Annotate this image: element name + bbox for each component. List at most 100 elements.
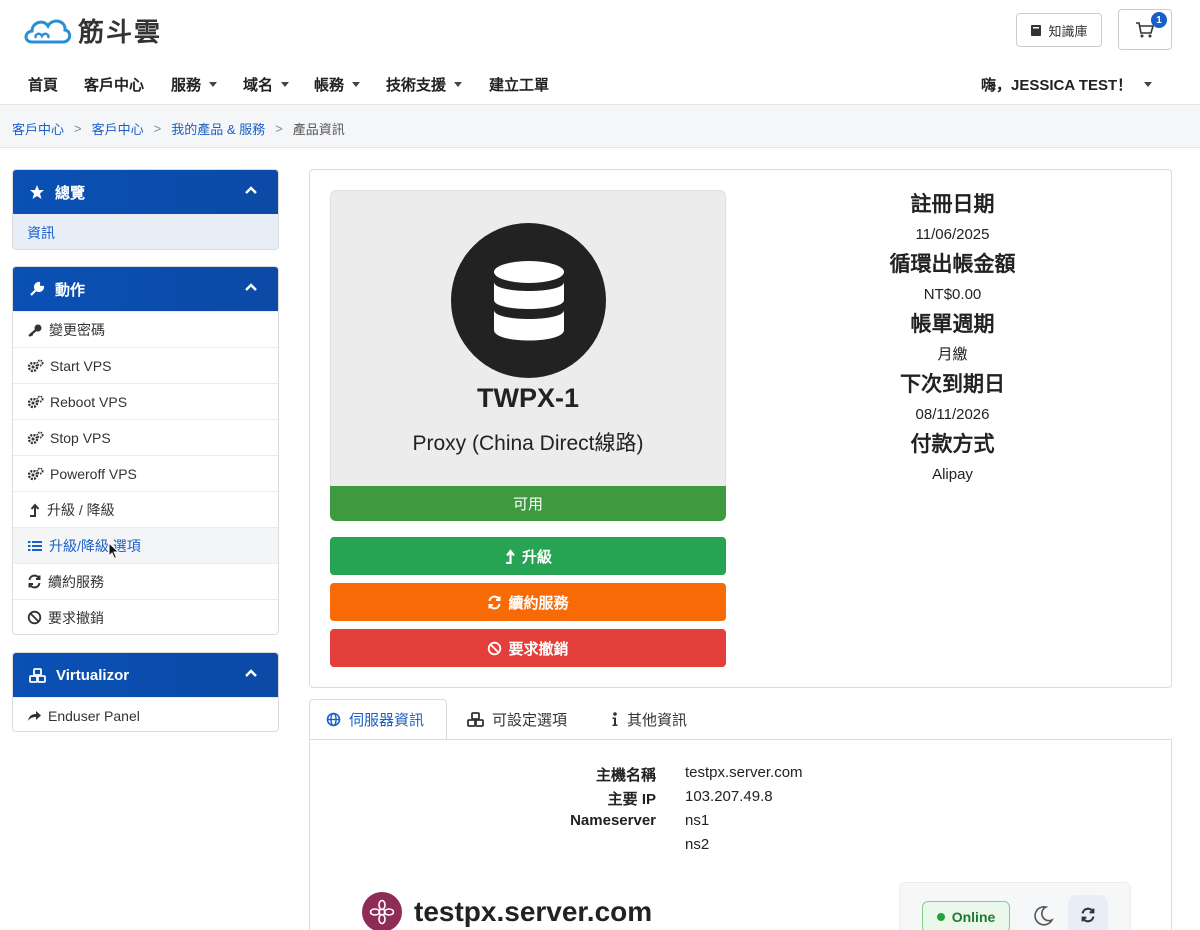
knowledge-base-button[interactable]: 知識庫	[1016, 13, 1102, 47]
upgrade-button[interactable]: 升級	[330, 537, 726, 575]
request-cancellation-button[interactable]: 要求撤銷	[330, 629, 726, 667]
refresh-button[interactable]	[1068, 895, 1108, 930]
nameserver-1-value: ns1	[685, 812, 710, 829]
status-badge: 可用	[330, 486, 726, 521]
virtualizor-panel-title: Virtualizor	[56, 666, 130, 684]
brand-name: 筋斗雲	[78, 18, 163, 48]
level-up-icon	[30, 502, 40, 517]
sidebar-item-upgrade-options[interactable]: 升級/降級 選項	[13, 527, 278, 563]
payment-method-value: Alipay	[932, 466, 973, 483]
overview-panel-title: 總覽	[55, 184, 86, 202]
star-icon	[29, 184, 45, 200]
chevron-up-icon[interactable]	[244, 185, 258, 195]
sidebar-item-reboot-vps[interactable]: Reboot VPS	[13, 383, 278, 419]
breadcrumb-current: 產品資訊	[292, 122, 345, 137]
sidebar-actions-panel: 動作 變更密碼 Start VPS Reboot VPS Stop VPS Po…	[12, 266, 279, 635]
cubes-icon	[467, 712, 484, 727]
virtualizor-panel-header[interactable]: Virtualizor	[13, 653, 278, 697]
sidebar-item-label: Start VPS	[50, 357, 112, 374]
refresh-icon	[488, 595, 501, 609]
sidebar-item-label: 資訊	[27, 224, 55, 241]
sidebar-item-enduser-panel[interactable]: Enduser Panel	[13, 697, 278, 731]
overview-panel-header[interactable]: 總覽	[13, 170, 278, 214]
tab-other-info[interactable]: 其他資訊	[595, 699, 703, 740]
nav-user-menu[interactable]: 嗨，JESSICA TEST！	[981, 74, 1153, 95]
caret-down-icon	[209, 82, 218, 87]
hostname-label: 主機名稱	[595, 767, 656, 784]
online-status-badge: Online	[922, 901, 1010, 930]
sidebar-item-label: 升級 / 降級	[47, 501, 115, 518]
renew-button[interactable]: 續約服務	[330, 583, 726, 621]
server-info-panel: 主機名稱 testpx.server.com 主要 IP 103.207.49.…	[309, 739, 1172, 930]
status-text: 可用	[512, 496, 543, 513]
sidebar-item-request-cancellation[interactable]: 要求撤銷	[13, 599, 278, 634]
primary-ip-value-wrap: 103.207.49.8	[685, 788, 773, 805]
billing-info: 註冊日期 11/06/2025 循環出帳金額 NT$0.00 帳單週期 月繳 下…	[830, 188, 1075, 488]
nav-billing-label: 帳務	[314, 77, 345, 94]
gears-icon	[27, 359, 44, 372]
mouse-cursor-icon	[108, 542, 120, 560]
chevron-up-icon[interactable]	[244, 282, 258, 292]
nameserver-label: Nameserver	[570, 812, 656, 829]
sidebar-item-poweroff-vps[interactable]: Poweroff VPS	[13, 455, 278, 491]
nav-billing[interactable]: 帳務	[314, 74, 361, 95]
breadcrumb-link[interactable]: 我的產品 & 服務	[171, 119, 265, 138]
globe-icon	[326, 712, 341, 727]
caret-down-icon	[454, 82, 463, 87]
share-icon	[28, 711, 41, 721]
gears-icon	[27, 395, 44, 408]
main-nav: 首頁 客戶中心 服務 域名 帳務 技術支援 建立工單 嗨，JESSICA TES…	[0, 66, 1200, 100]
nav-client-area[interactable]: 客戶中心	[84, 74, 144, 95]
server-hostname-title: testpx.server.com	[414, 896, 653, 927]
cart-button[interactable]: 1	[1118, 9, 1172, 50]
sidebar-item-label: 續約服務	[48, 573, 104, 590]
book-icon	[1031, 24, 1042, 36]
product-name: TWPX-1	[476, 383, 579, 413]
cubes-icon	[29, 667, 46, 683]
sidebar-item-label: Reboot VPS	[50, 393, 128, 410]
breadcrumb-separator: >	[74, 121, 82, 136]
online-status-text: Online	[951, 909, 996, 925]
tab-configurable-options[interactable]: 可設定選項	[451, 699, 583, 740]
sidebar-item-label: Poweroff VPS	[50, 465, 137, 482]
recurring-amount-value: NT$0.00	[923, 286, 982, 303]
sidebar-item-stop-vps[interactable]: Stop VPS	[13, 419, 278, 455]
tab-label: 伺服器資訊	[349, 712, 425, 729]
sidebar-item-change-password[interactable]: 變更密碼	[13, 311, 278, 347]
primary-ip-value: 103.207.49.8	[685, 788, 773, 805]
sidebar-overview-panel: 總覽 資訊	[12, 169, 279, 250]
top-header: 筋斗雲 知識庫 1 首頁 客戶中心 服務 域名 帳務 技術支援 建立工單 嗨，J…	[0, 0, 1200, 104]
sidebar-item-label: Stop VPS	[50, 429, 111, 446]
database-icon	[493, 260, 564, 340]
breadcrumb-link[interactable]: 客戶中心	[92, 119, 144, 138]
sidebar-item-renew[interactable]: 續約服務	[13, 563, 278, 599]
refresh-icon	[28, 574, 41, 589]
nav-home[interactable]: 首頁	[28, 74, 58, 95]
chevron-up-icon[interactable]	[244, 668, 258, 678]
sidebar-item-upgrade-downgrade[interactable]: 升級 / 降級	[13, 491, 278, 527]
actions-panel-header[interactable]: 動作	[13, 267, 278, 311]
nav-open-ticket[interactable]: 建立工單	[489, 74, 549, 95]
nav-services[interactable]: 服務	[171, 74, 218, 95]
breadcrumb-link[interactable]: 客戶中心	[12, 119, 64, 138]
tab-server-info[interactable]: 伺服器資訊	[309, 699, 447, 740]
nav-support[interactable]: 技術支援	[386, 74, 463, 95]
tab-label: 可設定選項	[492, 712, 568, 729]
sidebar-item-start-vps[interactable]: Start VPS	[13, 347, 278, 383]
next-due-date-value: 08/11/2026	[915, 406, 990, 423]
level-up-icon	[505, 548, 515, 564]
nav-domains-label: 域名	[243, 77, 274, 94]
moon-icon[interactable]	[1032, 905, 1054, 927]
brand-logo[interactable]: 筋斗雲	[22, 12, 162, 49]
renew-button-label: 續約服務	[508, 594, 569, 612]
nav-home-label: 首頁	[28, 77, 59, 94]
breadcrumb: 客戶中心 > 客戶中心 > 我的產品 & 服務 > 產品資訊	[12, 119, 345, 138]
caret-down-icon	[352, 82, 361, 87]
wrench-icon	[29, 281, 45, 297]
nameserver-2-wrap: ns2	[685, 836, 709, 853]
tab-label: 其他資訊	[627, 712, 688, 729]
sidebar-item-information[interactable]: 資訊	[13, 214, 278, 249]
ban-icon	[27, 610, 42, 625]
breadcrumb-bar: 客戶中心 > 客戶中心 > 我的產品 & 服務 > 產品資訊	[0, 104, 1200, 148]
nav-domains[interactable]: 域名	[243, 74, 290, 95]
